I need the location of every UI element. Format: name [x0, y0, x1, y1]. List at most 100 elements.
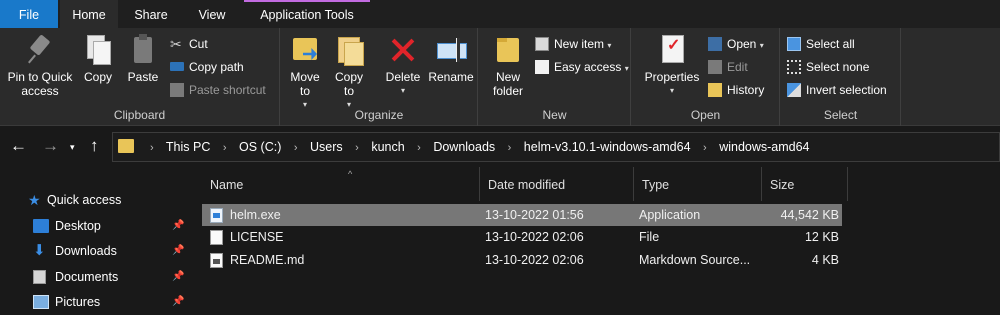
invert-selection-button[interactable]: Invert selection	[787, 80, 887, 100]
column-header-label: Size	[770, 178, 795, 192]
breadcrumb-kunch[interactable]: kunch	[371, 140, 404, 154]
paste-shortcut-label: Paste shortcut	[189, 83, 266, 97]
pictures-icon	[33, 295, 49, 309]
tab-home[interactable]: Home	[60, 0, 118, 28]
clipboard-group-label: Clipboard	[113, 108, 166, 122]
select-all-button[interactable]: Select all	[787, 34, 855, 54]
properties-dropdown-icon: ▾	[669, 86, 674, 95]
pin-icon[interactable]: 📌	[172, 265, 184, 289]
breadcrumb-separator-icon: ›	[417, 142, 421, 154]
back-arrow-icon[interactable]: ←	[10, 136, 27, 156]
invert-selection-label: Invert selection	[806, 83, 887, 97]
column-header-size[interactable]: Size	[762, 167, 848, 201]
delete-icon	[388, 34, 418, 66]
move-to-icon	[290, 34, 320, 66]
easy-access-button[interactable]: Easy access ▾	[535, 57, 629, 77]
up-arrow-icon[interactable]: ↑	[90, 136, 99, 156]
paste-shortcut-button[interactable]: Paste shortcut	[170, 80, 266, 100]
forward-arrow-icon[interactable]: →	[42, 136, 59, 156]
file-size: 44,542 KB	[780, 208, 839, 222]
breadcrumb-downloads[interactable]: Downloads	[433, 140, 495, 154]
breadcrumb-users[interactable]: Users	[310, 140, 343, 154]
rename-label: Rename	[428, 70, 474, 84]
breadcrumb: › This PC › OS (C:) › Users › kunch › Do…	[141, 140, 810, 154]
copy-button[interactable]: Copy	[80, 34, 116, 84]
select-none-button[interactable]: Select none	[787, 57, 869, 77]
recent-locations-chevron-icon[interactable]: ▾	[70, 142, 75, 153]
open-label: Open	[727, 37, 757, 51]
pin-to-quick-access-button[interactable]: Pin to Quick access	[4, 34, 76, 98]
move-to-button[interactable]: Move to ▾	[287, 34, 323, 112]
table-row[interactable]: README.md 13-10-2022 02:06 Markdown Sour…	[202, 249, 842, 271]
rename-button[interactable]: Rename	[427, 34, 475, 84]
select-none-label: Select none	[806, 60, 870, 74]
column-header-date-modified[interactable]: Date modified	[480, 167, 634, 201]
select-all-label: Select all	[806, 37, 855, 51]
sidebar-item-desktop[interactable]: Desktop 📌	[0, 214, 190, 238]
new-item-dropdown-icon: ▾	[607, 41, 612, 50]
properties-label: Properties	[644, 70, 700, 84]
history-label: History	[727, 83, 765, 97]
breadcrumb-separator-icon: ›	[150, 142, 154, 154]
select-none-icon	[787, 60, 801, 74]
file-size: 12 KB	[804, 230, 839, 244]
copy-to-button[interactable]: Copy to ▾	[331, 34, 367, 112]
sidebar-item-label: Desktop	[55, 219, 101, 233]
copy-path-icon	[170, 62, 184, 71]
sidebar-item-documents[interactable]: Documents 📌	[0, 265, 190, 289]
paste-shortcut-icon	[170, 83, 184, 97]
open-button[interactable]: Open ▾	[708, 34, 764, 54]
tab-view[interactable]: View	[184, 0, 240, 28]
delete-button[interactable]: Delete ▾	[383, 34, 423, 98]
desktop-icon	[33, 219, 49, 233]
new-item-icon	[535, 37, 549, 51]
application-icon	[210, 208, 223, 223]
new-item-button[interactable]: New item ▾	[535, 34, 611, 54]
clipboard-group: Pin to Quick access Copy Paste Cut Copy …	[0, 28, 280, 126]
history-button[interactable]: History	[708, 80, 764, 100]
file-icon	[210, 230, 223, 245]
edit-button[interactable]: Edit	[708, 57, 748, 77]
rename-icon	[436, 34, 467, 66]
column-header-name[interactable]: Name ^	[202, 167, 480, 201]
copy-icon	[83, 34, 113, 66]
breadcrumb-helm-folder[interactable]: helm-v3.10.1-windows-amd64	[524, 140, 691, 154]
pin-icon[interactable]: 📌	[172, 290, 184, 314]
file-type: Application	[639, 208, 701, 222]
breadcrumb-os-c[interactable]: OS (C:)	[239, 140, 281, 154]
pin-icon[interactable]: 📌	[172, 214, 184, 238]
column-header-type[interactable]: Type	[634, 167, 762, 201]
tab-file[interactable]: File	[0, 0, 58, 28]
file-date-modified: 13-10-2022 02:06	[485, 230, 584, 244]
sidebar-item-pictures[interactable]: Pictures 📌	[0, 290, 190, 314]
edit-label: Edit	[727, 60, 748, 74]
table-row[interactable]: helm.exe 13-10-2022 01:56 Application 44…	[202, 204, 842, 226]
breadcrumb-this-pc[interactable]: This PC	[166, 140, 210, 154]
properties-button[interactable]: Properties ▾	[640, 34, 704, 98]
pin-icon[interactable]: 📌	[172, 239, 184, 263]
paste-button[interactable]: Paste	[124, 34, 162, 84]
sidebar-item-downloads[interactable]: ⬇ Downloads 📌	[0, 239, 190, 263]
open-group-label: Open	[690, 108, 721, 122]
paste-label: Paste	[127, 70, 159, 84]
select-group: Select all Select none Invert selection …	[781, 28, 901, 126]
new-group-label: New	[542, 108, 567, 122]
organize-group-label: Organize	[354, 108, 404, 122]
copy-to-label: Copy to	[334, 70, 363, 98]
sidebar-item-quick-access[interactable]: ★ Quick access	[0, 188, 190, 212]
copy-path-button[interactable]: Copy path	[170, 57, 244, 77]
file-size: 4 KB	[811, 253, 839, 267]
new-folder-button[interactable]: New folder	[485, 34, 531, 98]
tab-application-tools[interactable]: Application Tools	[244, 0, 370, 28]
column-header-label: Date modified	[488, 178, 566, 192]
tab-share[interactable]: Share	[122, 0, 180, 28]
breadcrumb-windows-amd64[interactable]: windows-amd64	[719, 140, 809, 154]
address-bar[interactable]: › This PC › OS (C:) › Users › kunch › Do…	[112, 132, 1000, 162]
open-group: Properties ▾ Open ▾ Edit History Open	[632, 28, 780, 126]
sidebar-item-label: Pictures	[55, 295, 101, 309]
table-row[interactable]: LICENSE 13-10-2022 02:06 File 12 KB	[202, 226, 842, 248]
cut-button[interactable]: Cut	[170, 34, 208, 54]
move-to-label: Move to	[290, 70, 320, 98]
open-dropdown-icon: ▾	[759, 41, 764, 50]
copy-to-icon	[334, 34, 364, 66]
